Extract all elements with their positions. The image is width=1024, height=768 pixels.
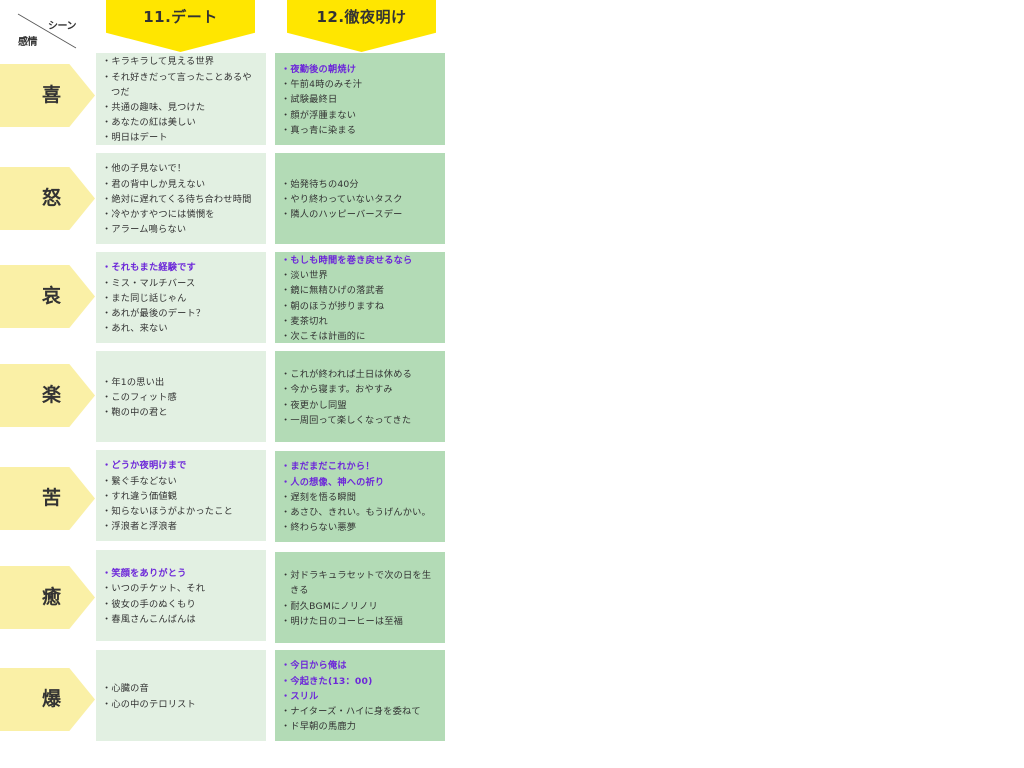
list-item: 真っ青に染まる — [281, 123, 439, 138]
list-item: 笑顔をありがとう — [102, 566, 260, 581]
list-item: 顔が浮腫まない — [281, 108, 439, 123]
list-item: 今日から俺は — [281, 658, 439, 673]
cell-2-0: それもまた経験ですミス・マルチバースまた同じ話じゃんあれが最後のデート？あれ、来… — [96, 252, 266, 343]
list-item: いつのチケット、それ — [102, 581, 260, 596]
cell-5-1: 対ドラキュラセットで次の日を生きる耐久BGMにノリノリ明けた日のコーヒーは至福 — [275, 552, 445, 643]
cell-3-0: 年1の思い出このフィット感鞄の中の君と — [96, 351, 266, 442]
list-item: これが終われば土日は休める — [281, 367, 439, 382]
list-item: やり終わっていないタスク — [281, 192, 439, 207]
scene-header-all-nighter: 12.徹夜明け — [287, 0, 436, 52]
list-item: 絶対に遅れてくる待ち合わせ時間 — [102, 192, 260, 207]
list-item: ド早朝の馬鹿力 — [281, 719, 439, 734]
list-item: あれが最後のデート？ — [102, 306, 260, 321]
list-item: すれ違う価値観 — [102, 489, 260, 504]
list-item: 共通の趣味、見つけた — [102, 100, 260, 115]
list-item: 夜更かし同盟 — [281, 398, 439, 413]
list-item: 今起きた(13：00) — [281, 674, 439, 689]
list-item: 始発待ちの40分 — [281, 177, 439, 192]
list-item: 試験最終日 — [281, 92, 439, 107]
list-item: 人の想像、神への祈り — [281, 475, 439, 490]
list-item: どうか夜明けまで — [102, 458, 260, 473]
cell-4-0: どうか夜明けまで繋ぐ手などないすれ違う価値観知らないほうがよかったこと浮浪者と浮… — [96, 450, 266, 541]
corner-header: シーン 感情 — [16, 12, 78, 50]
list-item: 年1の思い出 — [102, 375, 260, 390]
scene-axis-label: シーン — [48, 21, 77, 32]
list-item: 鞄の中の君と — [102, 405, 260, 420]
list-item: 君の背中しか見えない — [102, 177, 260, 192]
list-item: 浮浪者と浮浪者 — [102, 519, 260, 534]
list-item: また同じ話じゃん — [102, 291, 260, 306]
list-item: 一周回って楽しくなってきた — [281, 413, 439, 428]
cell-3-1: これが終われば土日は休める今から寝ます。おやすみ夜更かし同盟一周回って楽しくなっ… — [275, 351, 445, 442]
list-item: 耐久BGMにノリノリ — [281, 599, 439, 614]
list-item: 遅刻を悟る瞬間 — [281, 490, 439, 505]
list-item: もしも時間を巻き戻せるなら — [281, 253, 439, 268]
list-item: 繋ぐ手などない — [102, 474, 260, 489]
list-item: 今から寝ます。おやすみ — [281, 382, 439, 397]
list-item: まだまだこれから！ — [281, 459, 439, 474]
list-item: アラーム鳴らない — [102, 222, 260, 237]
list-item: それ好きだって言ったことあるやつだ — [102, 70, 260, 100]
matrix-board: シーン 感情 11.デート 12.徹夜明け 喜キラキラして見える世界それ好きだっ… — [0, 0, 1024, 768]
emotion-label-1: 怒 — [0, 167, 95, 230]
list-item: 隣人のハッピーバースデー — [281, 207, 439, 222]
list-item: 麦茶切れ — [281, 314, 439, 329]
emotion-label-0: 喜 — [0, 64, 95, 127]
list-item: あなたの紅は美しい — [102, 115, 260, 130]
cell-2-1: もしも時間を巻き戻せるなら淡い世界鏡に無精ひげの落武者朝のほうが捗りますね麦茶切… — [275, 252, 445, 343]
list-item: 心臓の音 — [102, 681, 260, 696]
emotion-label-4: 苦 — [0, 467, 95, 530]
list-item: 明日はデート — [102, 130, 260, 145]
list-item: 鏡に無精ひげの落武者 — [281, 283, 439, 298]
scene-header-date: 11.デート — [106, 0, 255, 52]
list-item: 午前4時のみそ汁 — [281, 77, 439, 92]
cell-6-1: 今日から俺は今起きた(13：00)スリルナイターズ・ハイに身を委ねてド早朝の馬鹿… — [275, 650, 445, 741]
cell-4-1: まだまだこれから！人の想像、神への祈り遅刻を悟る瞬間あさひ、きれい。もうげんかい… — [275, 451, 445, 542]
list-item: 彼女の手のぬくもり — [102, 597, 260, 612]
list-item: 冷やかすやつには憐憫を — [102, 207, 260, 222]
list-item: あれ、来ない — [102, 321, 260, 336]
list-item: 次こそは計画的に — [281, 329, 439, 343]
list-item: 春風さんこんばんは — [102, 612, 260, 627]
list-item: 淡い世界 — [281, 268, 439, 283]
emotion-label-2: 哀 — [0, 265, 95, 328]
list-item: あさひ、きれい。もうげんかい。 — [281, 505, 439, 520]
list-item: このフィット感 — [102, 390, 260, 405]
list-item: 心の中のテロリスト — [102, 697, 260, 712]
emotion-label-5: 癒 — [0, 566, 95, 629]
list-item: 夜勤後の朝焼け — [281, 62, 439, 77]
cell-1-0: 他の子見ないで！君の背中しか見えない絶対に遅れてくる待ち合わせ時間冷やかすやつに… — [96, 153, 266, 244]
list-item: 朝のほうが捗りますね — [281, 299, 439, 314]
emotion-label-6: 爆 — [0, 668, 95, 731]
list-item: 終わらない悪夢 — [281, 520, 439, 535]
list-item: ナイターズ・ハイに身を委ねて — [281, 704, 439, 719]
list-item: 知らないほうがよかったこと — [102, 504, 260, 519]
cell-5-0: 笑顔をありがとういつのチケット、それ彼女の手のぬくもり春風さんこんばんは — [96, 550, 266, 641]
list-item: キラキラして見える世界 — [102, 54, 260, 69]
list-item: ミス・マルチバース — [102, 276, 260, 291]
list-item: 他の子見ないで！ — [102, 161, 260, 176]
cell-1-1: 始発待ちの40分やり終わっていないタスク隣人のハッピーバースデー — [275, 153, 445, 244]
list-item: それもまた経験です — [102, 260, 260, 275]
list-item: 明けた日のコーヒーは至福 — [281, 614, 439, 629]
list-item: 対ドラキュラセットで次の日を生きる — [281, 568, 439, 598]
cell-0-0: キラキラして見える世界それ好きだって言ったことあるやつだ共通の趣味、見つけたあな… — [96, 53, 266, 145]
cell-0-1: 夜勤後の朝焼け午前4時のみそ汁試験最終日顔が浮腫まない真っ青に染まる — [275, 53, 445, 145]
cell-6-0: 心臓の音心の中のテロリスト — [96, 650, 266, 741]
list-item: スリル — [281, 689, 439, 704]
emotion-label-3: 楽 — [0, 364, 95, 427]
emotion-axis-label: 感情 — [18, 37, 38, 48]
